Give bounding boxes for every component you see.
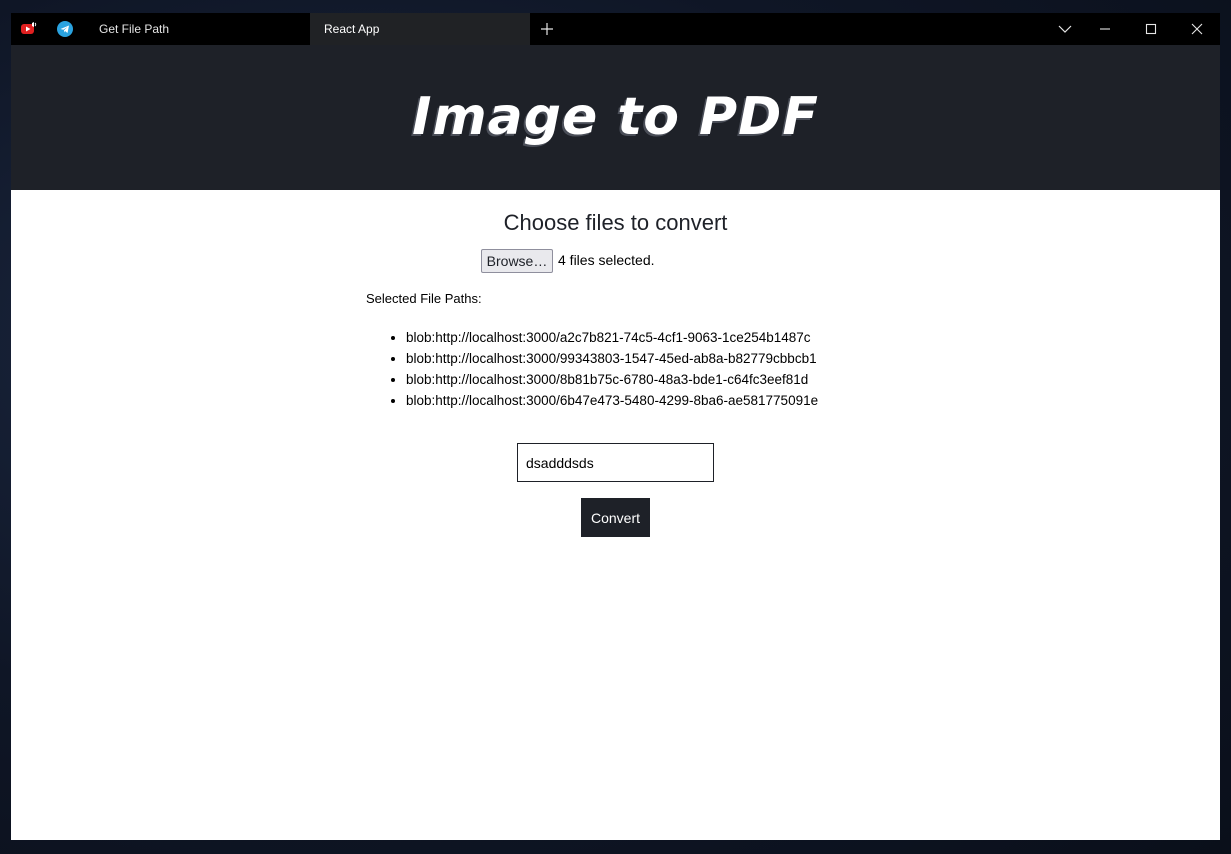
file-path-list: blob:http://localhost:3000/a2c7b821-74c5… bbox=[389, 328, 818, 412]
paths-label: Selected File Paths: bbox=[366, 291, 482, 306]
files-selected-text: 4 files selected. bbox=[558, 252, 655, 268]
main-content: Choose files to convert Browse… 4 files … bbox=[11, 190, 1220, 840]
list-item: blob:http://localhost:3000/6b47e473-5480… bbox=[406, 391, 818, 412]
list-item: blob:http://localhost:3000/8b81b75c-6780… bbox=[406, 370, 818, 391]
browser-window: Get File Path React App Image to PDF Cho… bbox=[11, 13, 1220, 840]
telegram-icon[interactable] bbox=[57, 21, 73, 37]
convert-button[interactable]: Convert bbox=[581, 498, 650, 537]
page-title: Image to PDF bbox=[412, 87, 819, 147]
tab-get-file-path[interactable]: Get File Path bbox=[89, 13, 309, 45]
filename-input[interactable] bbox=[517, 443, 714, 482]
maximize-icon[interactable] bbox=[1143, 21, 1159, 37]
chevron-down-icon[interactable] bbox=[1057, 21, 1073, 37]
tab-react-app[interactable]: React App bbox=[310, 13, 530, 45]
plus-icon[interactable] bbox=[539, 21, 555, 37]
close-icon[interactable] bbox=[1189, 21, 1205, 37]
youtube-icon[interactable] bbox=[21, 21, 37, 37]
minimize-icon[interactable] bbox=[1097, 21, 1113, 37]
tab-bar: Get File Path React App bbox=[11, 13, 1220, 45]
list-item: blob:http://localhost:3000/99343803-1547… bbox=[406, 349, 818, 370]
app-header: Image to PDF bbox=[11, 45, 1220, 190]
section-heading: Choose files to convert bbox=[503, 210, 728, 235]
list-item: blob:http://localhost:3000/a2c7b821-74c5… bbox=[406, 328, 818, 349]
browse-button[interactable]: Browse… bbox=[481, 249, 553, 273]
